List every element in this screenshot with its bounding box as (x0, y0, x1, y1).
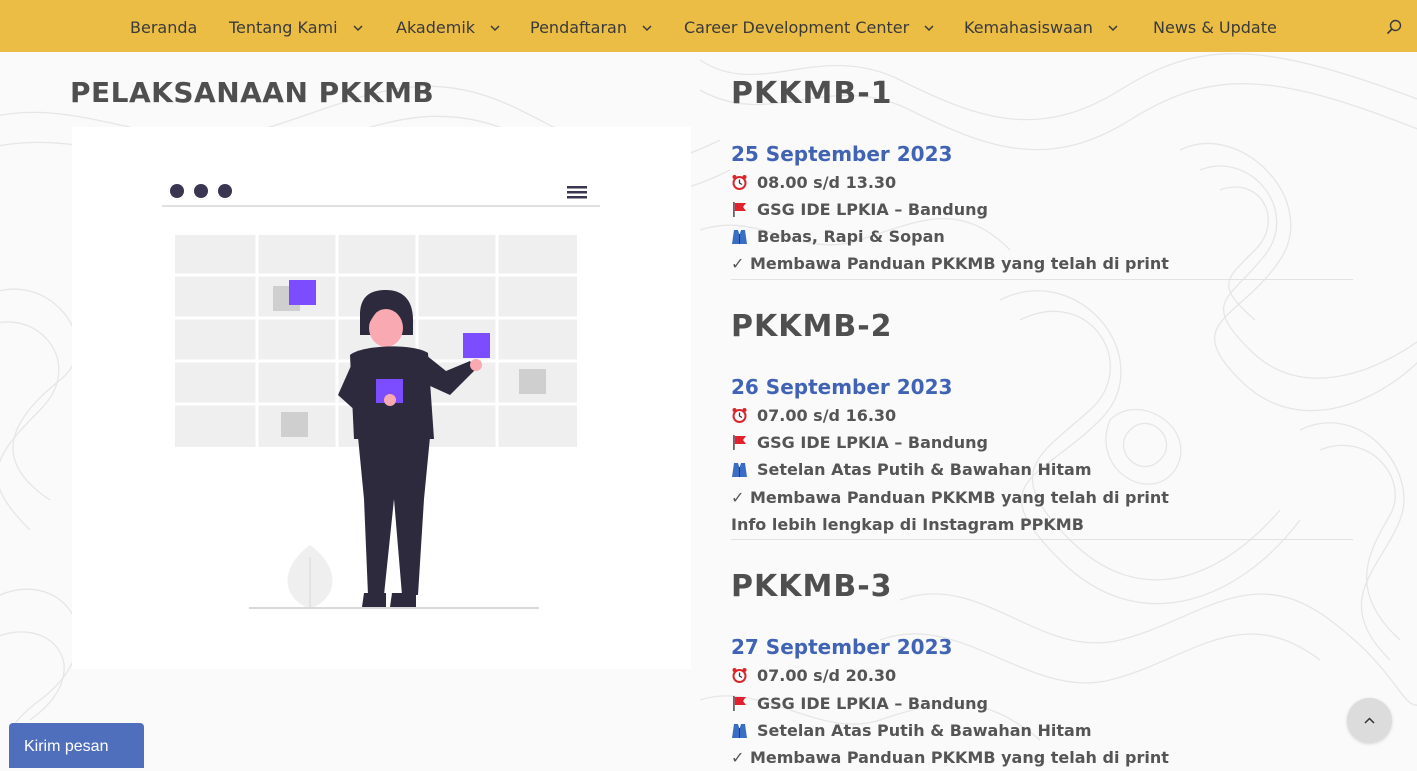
event-date: 26 September 2023 (731, 375, 953, 399)
pkkmb-1-section: PKKMB-1 25 September 2023 08.00 s/d 13.3… (731, 76, 1353, 276)
event-dress-row: Bebas, Rapi & Sopan (731, 225, 945, 249)
event-date: 27 September 2023 (731, 635, 953, 659)
chevron-down-icon (490, 25, 500, 32)
instagram-info: Info lebih lengkap di Instagram PPKMB (731, 515, 1084, 534)
event-dress-code: Setelan Atas Putih & Bawahan Hitam (757, 460, 1092, 479)
main-navbar: Beranda Tentang Kami Akademik Pendaftara… (0, 0, 1417, 52)
nav-item-tentang-kami[interactable]: Tentang Kami (229, 0, 363, 52)
pkkmb-3-section: PKKMB-3 27 September 2023 07.00 s/d 20.3… (731, 569, 1353, 768)
nav-item-pendaftaran[interactable]: Pendaftaran (530, 0, 652, 52)
event-date: 25 September 2023 (731, 142, 953, 166)
event-time: 08.00 s/d 13.30 (757, 173, 897, 192)
section-divider (731, 539, 1353, 540)
red-flag-icon (733, 202, 746, 217)
alarm-clock-icon (732, 175, 747, 190)
red-flag-icon (733, 696, 746, 711)
chevron-down-icon (924, 25, 934, 32)
event-dress-code: Bebas, Rapi & Sopan (757, 227, 945, 246)
event-time-row: 07.00 s/d 20.30 (731, 664, 896, 688)
section-divider (731, 279, 1353, 280)
nav-item-career-development-center[interactable]: Career Development Center (684, 0, 934, 52)
event-place: GSG IDE LPKIA – Bandung (757, 694, 988, 713)
event-time-row: 07.00 s/d 16.30 (731, 404, 896, 428)
nav-item-kemahasiswaan[interactable]: Kemahasiswaan (964, 0, 1118, 52)
section-title: PKKMB-1 (731, 76, 893, 111)
pkkmb-2-section: PKKMB-2 26 September 2023 07.00 s/d 16.3… (731, 309, 1353, 539)
scroll-to-top-button[interactable] (1347, 698, 1392, 743)
nav-label: Kemahasiswaan (964, 18, 1093, 37)
suit-icon (732, 463, 747, 477)
nav-item-news-update[interactable]: News & Update (1153, 0, 1277, 52)
section-title: PKKMB-3 (731, 569, 893, 604)
search-icon[interactable] (1386, 19, 1402, 35)
event-time-row: 08.00 s/d 13.30 (731, 171, 896, 195)
nav-label: Akademik (396, 18, 476, 37)
nav-item-akademik[interactable]: Akademik (396, 0, 500, 52)
event-place-row: GSG IDE LPKIA – Bandung (731, 431, 988, 455)
event-dress-code: Setelan Atas Putih & Bawahan Hitam (757, 721, 1092, 740)
event-place-row: GSG IDE LPKIA – Bandung (731, 692, 988, 716)
calendar-illustration (72, 127, 691, 669)
event-dress-row: Setelan Atas Putih & Bawahan Hitam (731, 458, 1091, 482)
chevron-up-icon (1364, 717, 1375, 724)
nav-label: Beranda (130, 18, 198, 37)
send-message-button[interactable]: Kirim pesan (9, 723, 144, 768)
alarm-clock-icon (732, 668, 747, 683)
nav-label: Pendaftaran (530, 18, 627, 37)
event-place: GSG IDE LPKIA – Bandung (757, 200, 988, 219)
section-title: PKKMB-2 (731, 309, 893, 344)
event-place-row: GSG IDE LPKIA – Bandung (731, 198, 988, 222)
nav-label: Tentang Kami (229, 18, 338, 37)
event-note: ✓ Membawa Panduan PKKMB yang telah di pr… (731, 488, 1169, 507)
event-time: 07.00 s/d 20.30 (757, 666, 897, 685)
event-note: ✓ Membawa Panduan PKKMB yang telah di pr… (731, 748, 1169, 767)
chevron-down-icon (353, 25, 363, 32)
nav-label: Career Development Center (684, 18, 910, 37)
event-dress-row: Setelan Atas Putih & Bawahan Hitam (731, 719, 1091, 743)
red-flag-icon (733, 435, 746, 450)
suit-icon (732, 724, 747, 738)
event-note: ✓ Membawa Panduan PKKMB yang telah di pr… (731, 254, 1169, 273)
event-time: 07.00 s/d 16.30 (757, 406, 897, 425)
chevron-down-icon (642, 25, 652, 32)
suit-icon (732, 230, 747, 244)
alarm-clock-icon (732, 408, 747, 423)
event-place: GSG IDE LPKIA – Bandung (757, 433, 988, 452)
nav-item-beranda[interactable]: Beranda (130, 0, 197, 52)
chevron-down-icon (1108, 25, 1118, 32)
page-title: PELAKSANAAN PKKMB (70, 76, 435, 109)
nav-label: News & Update (1153, 18, 1277, 37)
